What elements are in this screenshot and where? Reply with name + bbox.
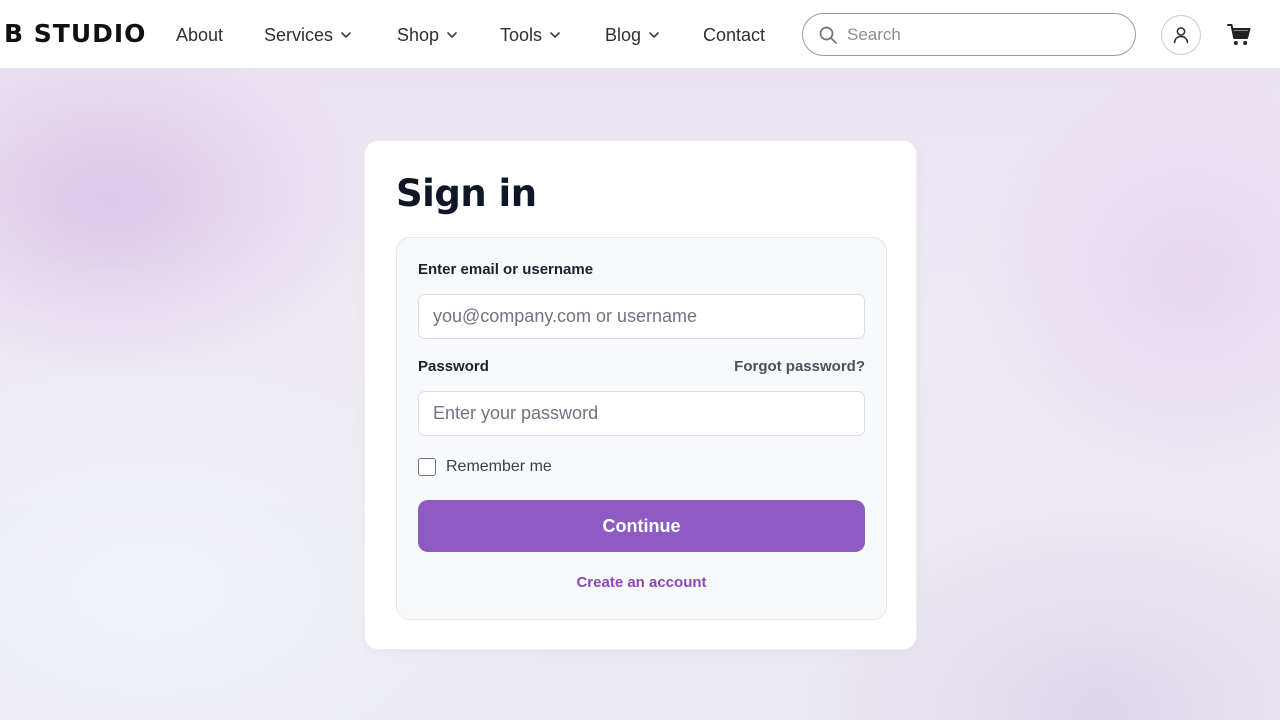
search-icon [819, 26, 837, 44]
remember-me-label: Remember me [446, 458, 552, 475]
nav-services-label: Services [264, 25, 334, 45]
nav-blog-label: Blog [605, 25, 642, 45]
search-box[interactable] [802, 13, 1136, 56]
nav-about[interactable]: About [176, 23, 223, 47]
cart-icon [1227, 24, 1251, 45]
nav-contact[interactable]: Contact [703, 23, 765, 47]
nav-shop-label: Shop [397, 25, 440, 45]
nav-tools[interactable]: Tools [500, 23, 562, 47]
nav-blog[interactable]: Blog [605, 23, 661, 47]
chevron-down-icon [550, 32, 560, 38]
account-button[interactable] [1161, 15, 1201, 55]
nav-tools-label: Tools [500, 25, 543, 45]
nav-about-label: About [176, 25, 224, 45]
nav-contact-label: Contact [703, 25, 766, 45]
nav-shop[interactable]: Shop [397, 23, 459, 47]
signin-card: Sign in Enter email or username Password… [364, 140, 917, 650]
logo[interactable]: B STUDIO [4, 18, 146, 50]
email-field[interactable] [418, 294, 865, 339]
remember-me[interactable]: Remember me [418, 457, 552, 477]
continue-button[interactable]: Continue [418, 500, 865, 552]
page-title: Sign in [396, 172, 537, 215]
chevron-down-icon [649, 32, 659, 38]
chevron-down-icon [447, 32, 457, 38]
email-label: Enter email or username [418, 261, 594, 278]
password-field[interactable] [418, 391, 865, 436]
search-input[interactable] [847, 22, 1117, 48]
signin-form: Enter email or username Password Forgot … [396, 237, 887, 620]
password-label: Password [418, 358, 489, 375]
chevron-down-icon [341, 32, 351, 38]
forgot-password-link[interactable]: Forgot password? [734, 357, 865, 377]
create-account-link[interactable]: Create an account [397, 573, 886, 593]
nav-services[interactable]: Services [264, 23, 353, 47]
user-icon [1173, 27, 1189, 44]
remember-me-checkbox[interactable] [418, 458, 436, 476]
cart-button[interactable] [1224, 20, 1254, 50]
site-header: B STUDIO About Services Shop Tools Blog … [0, 0, 1280, 69]
